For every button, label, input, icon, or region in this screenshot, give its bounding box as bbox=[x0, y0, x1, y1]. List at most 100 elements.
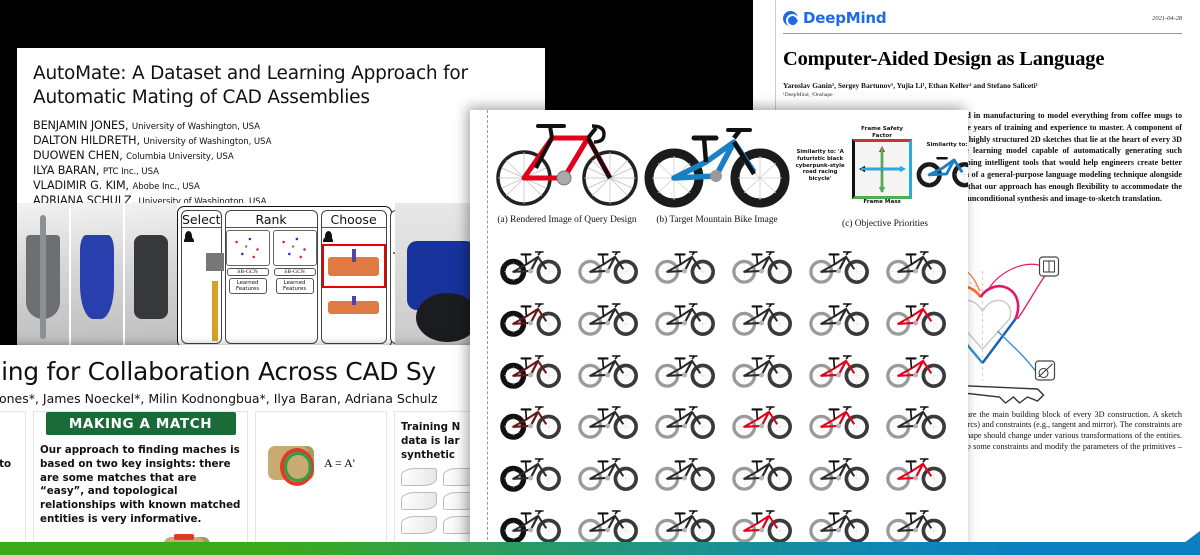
bike-grid-cell[interactable] bbox=[646, 292, 723, 344]
bike-grid-cell[interactable] bbox=[723, 344, 800, 396]
bike-grid-cell[interactable] bbox=[800, 344, 877, 396]
teaser-render bbox=[17, 203, 69, 348]
pipeline-stage-choose: Choose bbox=[320, 210, 387, 344]
cad-part-shape bbox=[80, 234, 114, 319]
bike-thumb-svg bbox=[577, 406, 638, 440]
bike-thumb-svg bbox=[731, 354, 792, 388]
part-thumb bbox=[401, 492, 437, 511]
bike-thumb-svg bbox=[885, 406, 946, 440]
bike-thumb-svg bbox=[808, 406, 869, 440]
bottom-gradient-bar bbox=[0, 531, 1200, 555]
bike-grid-cell[interactable] bbox=[800, 395, 877, 447]
poster-authors: Benjamin Jones*, James Noeckel*, Milin K… bbox=[0, 391, 438, 406]
bike-thumb-svg bbox=[731, 458, 792, 492]
bike-thumb-svg bbox=[808, 510, 869, 544]
pipeline-rank-label: Rank bbox=[225, 211, 317, 228]
bike-grid-cell[interactable] bbox=[492, 395, 569, 447]
bike-grid-cell[interactable] bbox=[800, 292, 877, 344]
bike-grid-cell[interactable] bbox=[569, 240, 646, 292]
poster-column-left: ferences to part when parts are se to en… bbox=[0, 411, 26, 545]
bike-grid-cell[interactable] bbox=[646, 240, 723, 292]
poster-middle-text: Our approach to finding maches is based … bbox=[40, 444, 241, 525]
bike-grid-cell[interactable] bbox=[492, 240, 569, 292]
axis-label-top: Frame Safety Factor bbox=[861, 125, 904, 139]
gcn-graph-thumb bbox=[225, 230, 270, 266]
bike-grid-cell[interactable] bbox=[800, 447, 877, 499]
bike-thumb-svg bbox=[499, 510, 561, 544]
deepmind-brand-label: DeepMind bbox=[803, 9, 887, 27]
cad-pin-shape bbox=[39, 214, 47, 340]
objective-diagram: Similarity to: 'A futuristic black cyber… bbox=[792, 116, 968, 216]
bike-variation-grid bbox=[492, 240, 954, 551]
automate-author-list: BENJAMIN JONES, University of Washington… bbox=[17, 110, 545, 208]
bike-thumb-svg bbox=[885, 354, 946, 388]
sbgcn-label: SB-GCN bbox=[226, 268, 269, 276]
bike-grid-cell[interactable] bbox=[492, 292, 569, 344]
deepmind-swirl-icon bbox=[783, 10, 798, 26]
objective-quadrant-box bbox=[852, 139, 913, 200]
similarity-left-label: Similarity to: 'A futuristic black cyber… bbox=[795, 149, 845, 183]
similarity-right-label: Similarity to: bbox=[926, 141, 968, 148]
bike-grid-cell[interactable] bbox=[723, 292, 800, 344]
deepmind-authors: Yaroslav Ganin¹, Sergey Bartunov¹, Yujia… bbox=[783, 81, 1038, 90]
bike-grid-cell[interactable] bbox=[646, 344, 723, 396]
bike-figure-row: (a) Rendered Image of Query Design (b) T… bbox=[492, 116, 968, 234]
pipeline-block bbox=[206, 253, 224, 271]
bike-grid-cell[interactable] bbox=[877, 395, 954, 447]
part-thumb bbox=[401, 516, 437, 535]
bike-thumb-svg bbox=[499, 251, 561, 285]
bike-thumb-svg bbox=[654, 354, 715, 388]
road-bike-red-svg bbox=[496, 124, 638, 206]
bike-thumb-svg bbox=[577, 354, 638, 388]
orange-part-shape bbox=[328, 249, 379, 276]
bike-grid-cell[interactable] bbox=[569, 395, 646, 447]
bike-thumb-svg bbox=[654, 406, 715, 440]
caption-a: (a) Rendered Image of Query Design bbox=[497, 215, 637, 225]
pipeline-select-label: Select bbox=[182, 212, 221, 228]
sbgcn-label: SB-GCN bbox=[273, 268, 316, 276]
bike-thumb-svg bbox=[731, 302, 792, 336]
bike-thumb-svg bbox=[731, 406, 792, 440]
poster-title: ep Matching for Collaboration Across CAD… bbox=[0, 357, 436, 386]
bike-thumb-svg bbox=[654, 302, 715, 336]
candidate-thumb bbox=[324, 291, 384, 319]
bike-grid-cell[interactable] bbox=[569, 344, 646, 396]
mini-mountain-bike-svg bbox=[916, 157, 968, 188]
learned-features-label: Learned Features bbox=[228, 278, 267, 295]
automate-title: AutoMate: A Dataset and Learning Approac… bbox=[33, 63, 468, 109]
author-row: DUOWEN CHEN, Columbia University, USA bbox=[33, 148, 234, 162]
panel-bike-sketches[interactable]: (a) Rendered Image of Query Design (b) T… bbox=[470, 110, 968, 555]
poster-section-header: MAKING A MATCH bbox=[45, 412, 236, 435]
bike-grid-cell[interactable] bbox=[569, 447, 646, 499]
bike-grid-cell[interactable] bbox=[646, 395, 723, 447]
paper-automate[interactable]: AutoMate: A Dataset and Learning Approac… bbox=[17, 48, 545, 348]
bike-grid-cell[interactable] bbox=[877, 292, 954, 344]
bike-grid-cell[interactable] bbox=[723, 240, 800, 292]
bike-grid-cell[interactable] bbox=[723, 447, 800, 499]
bike-grid-cell[interactable] bbox=[492, 344, 569, 396]
poster-columns: ferences to part when parts are se to en… bbox=[0, 411, 490, 545]
bike-thumb-svg bbox=[885, 302, 946, 336]
bike-grid-cell[interactable] bbox=[877, 240, 954, 292]
mountain-bike-blue-svg bbox=[644, 128, 790, 208]
bike-thumb-svg bbox=[808, 354, 869, 388]
poster-cad-matching[interactable]: ep Matching for Collaboration Across CAD… bbox=[0, 345, 490, 545]
pipeline-stage-select: Select bbox=[181, 210, 224, 344]
author-row: VLADIMIR G. KIM, Abobe Inc., USA bbox=[33, 178, 200, 192]
bike-grid-cell[interactable] bbox=[569, 292, 646, 344]
poster-left-text: ferences to part when parts are se to en… bbox=[0, 457, 12, 470]
author-row: BENJAMIN JONES, University of Washington… bbox=[33, 119, 260, 133]
bike-grid-cell[interactable] bbox=[800, 240, 877, 292]
bike-thumb-svg bbox=[499, 302, 561, 337]
bike-grid-cell[interactable] bbox=[723, 395, 800, 447]
bike-thumb-svg bbox=[577, 302, 638, 336]
deepmind-title: Computer-Aided Design as Language bbox=[783, 48, 1105, 70]
bike-grid-cell[interactable] bbox=[877, 447, 954, 499]
poster-column-middle: MAKING A MATCH Our approach to finding m… bbox=[33, 411, 248, 545]
bike-grid-cell[interactable] bbox=[877, 344, 954, 396]
deepmind-logo: DeepMind bbox=[783, 9, 887, 27]
author-row: ILYA BARAN, PTC Inc., USA bbox=[33, 163, 159, 177]
bike-grid-cell[interactable] bbox=[646, 447, 723, 499]
user-icon bbox=[183, 231, 194, 242]
bike-grid-cell[interactable] bbox=[492, 447, 569, 499]
